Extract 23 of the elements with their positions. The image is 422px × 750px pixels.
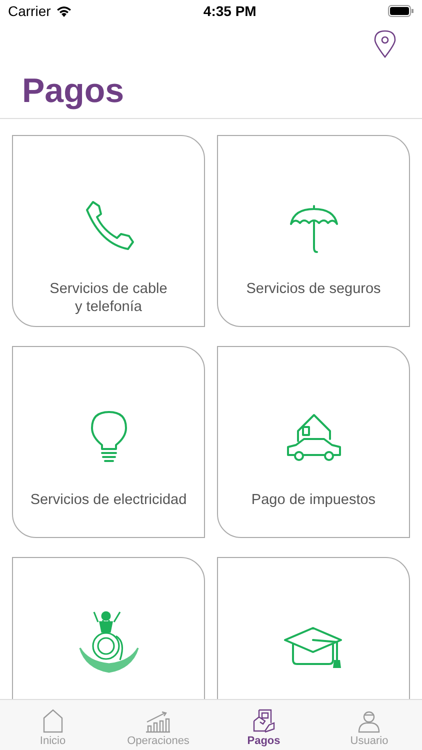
service-card[interactable] — [12, 557, 205, 699]
service-label: Servicios de cable y telefonía — [50, 280, 168, 316]
service-card[interactable]: Servicios de seguros — [217, 135, 410, 327]
service-card[interactable] — [217, 557, 410, 699]
service-card[interactable]: Servicios de electricidad — [12, 346, 205, 538]
home-icon — [42, 709, 63, 733]
location-pin-icon[interactable] — [374, 30, 396, 58]
service-card[interactable]: Pago de impuestos — [217, 346, 410, 538]
service-label: Servicios de electricidad — [30, 491, 187, 509]
service-card[interactable]: Servicios de cable y telefonía — [12, 135, 205, 327]
wifi-icon — [56, 5, 72, 17]
service-label: Pago de impuestos — [251, 491, 376, 509]
payment-icon — [252, 709, 275, 733]
tab-item[interactable]: Pagos — [211, 700, 316, 750]
umbrella-icon — [288, 204, 340, 254]
battery-icon — [388, 5, 414, 17]
page-title: Pagos — [22, 72, 126, 111]
chart-icon — [145, 711, 172, 733]
lightbulb-icon — [88, 409, 128, 465]
user-icon — [358, 709, 380, 733]
carrier-label: Carrier — [8, 3, 51, 19]
clock-time: 4:35 PM — [203, 3, 256, 19]
service-label: Servicios de seguros — [246, 280, 381, 298]
